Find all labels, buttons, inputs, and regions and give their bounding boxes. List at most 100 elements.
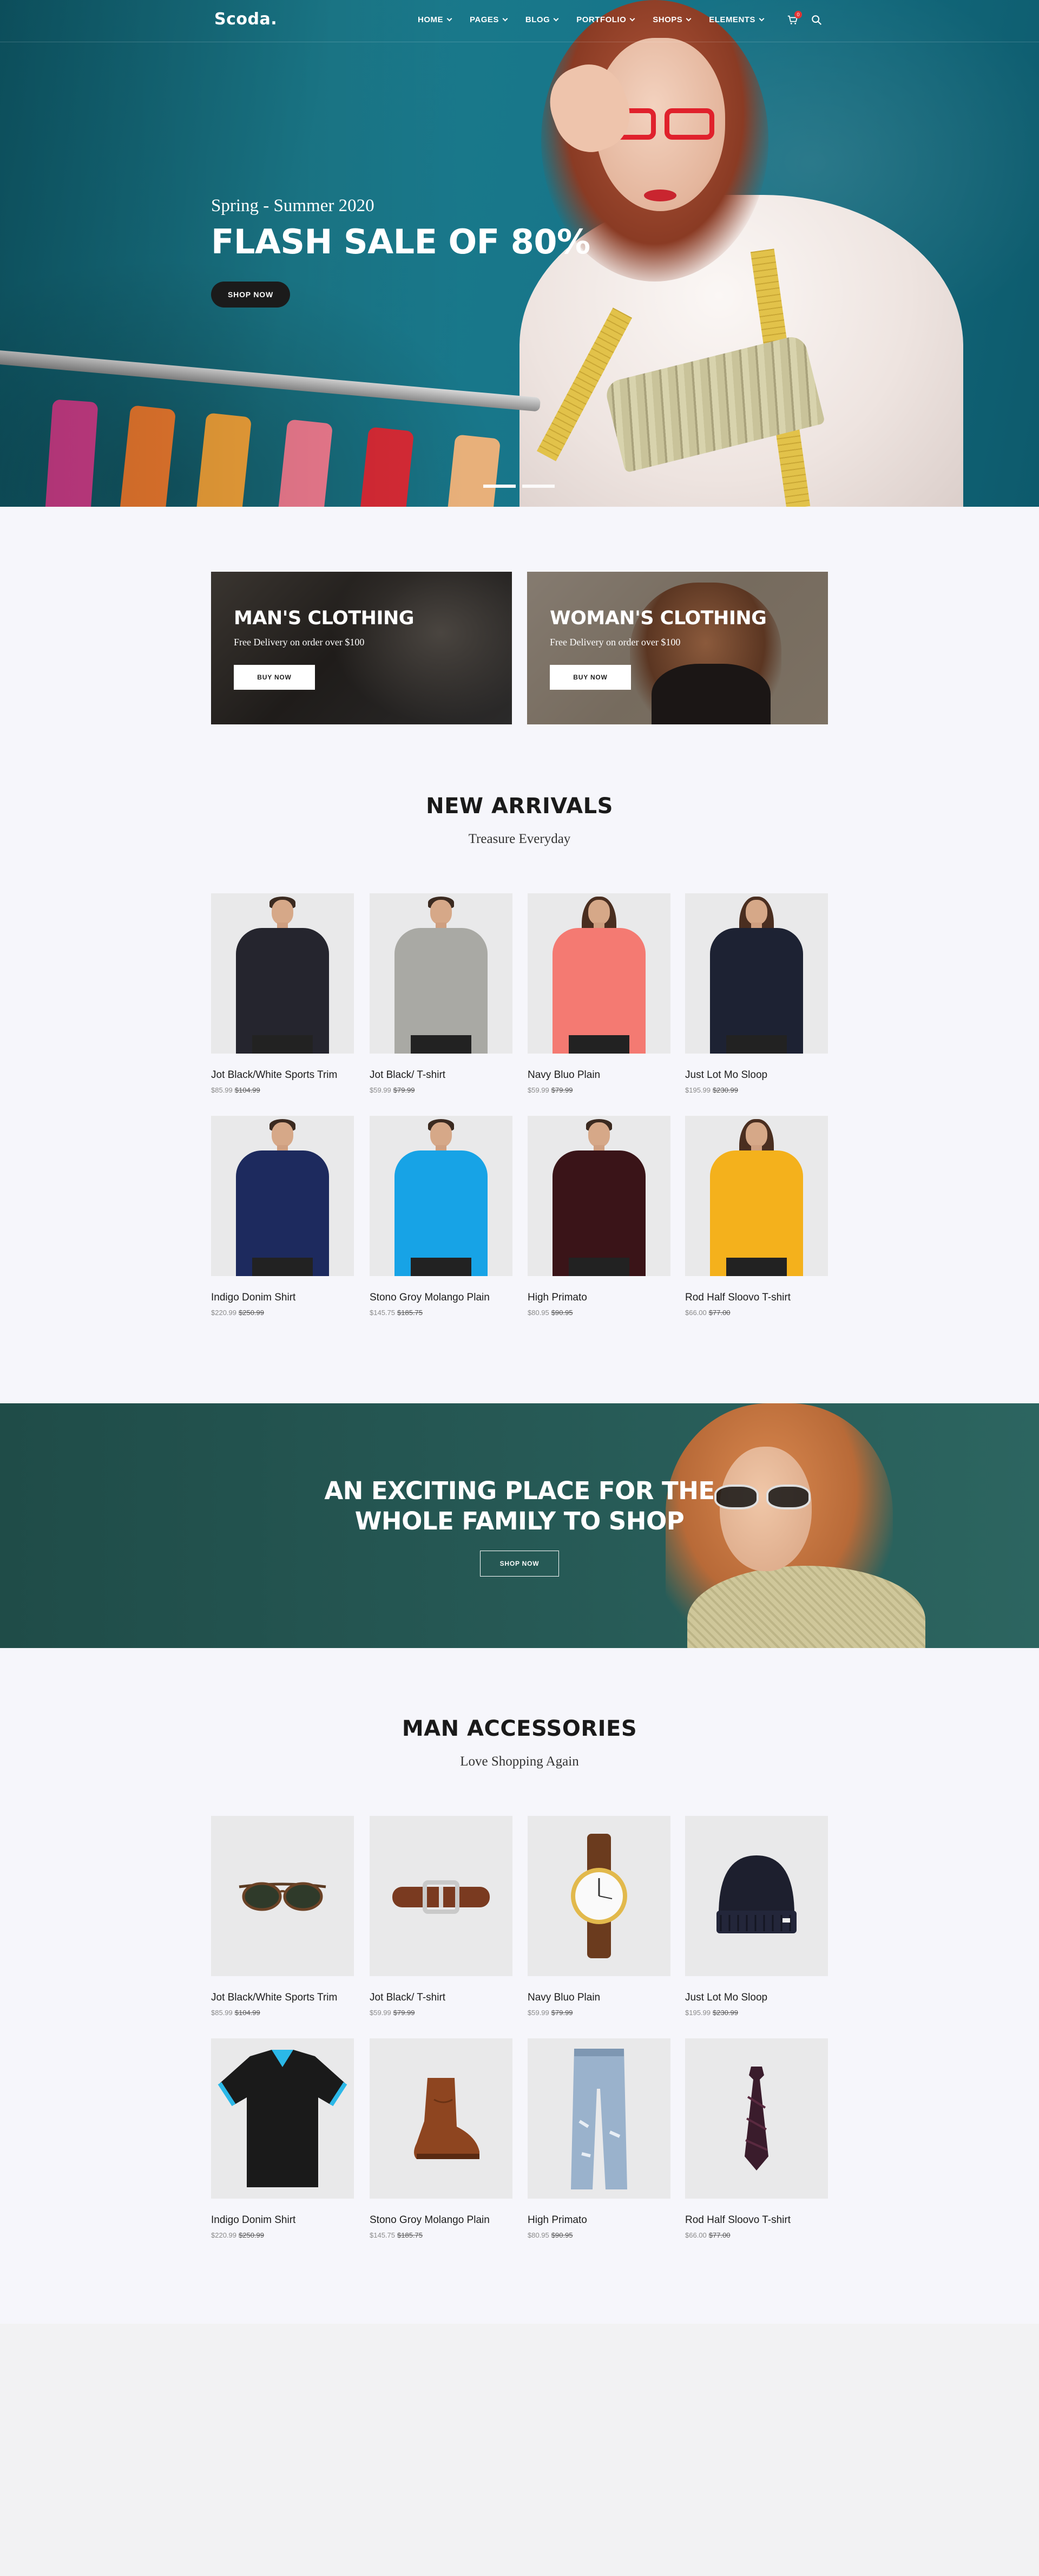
product-name[interactable]: Rod Half Sloovo T-shirt: [685, 2214, 828, 2226]
current-price: $145.75: [370, 1309, 395, 1317]
promo-shop-now-button[interactable]: SHOP NOW: [480, 1551, 559, 1577]
old-price: $77.00: [708, 1309, 731, 1317]
sunglasses-icon: [239, 1882, 326, 1911]
category-banner-women[interactable]: WOMAN'S CLOTHING Free Delivery on order …: [527, 572, 828, 724]
product-card[interactable]: High Primato $80.95 $90.95: [528, 2038, 670, 2239]
product-image[interactable]: [528, 893, 670, 1054]
chevron-down-icon: [446, 16, 452, 22]
search-button[interactable]: [811, 14, 823, 26]
site-header: Scoda. HOME PAGES BLOG PORTFOLIO SHOPS E…: [0, 0, 1039, 42]
product-card[interactable]: Stono Groy Molango Plain $145.75 $185.75: [370, 1116, 512, 1317]
product-image[interactable]: [528, 2038, 670, 2199]
product-card[interactable]: Indigo Donim Shirt $220.99 $250.99: [211, 1116, 354, 1317]
product-name[interactable]: Stono Groy Molango Plain: [370, 1292, 512, 1304]
section-title-new-arrivals: NEW ARRIVALS: [426, 794, 613, 819]
old-price: $79.99: [551, 2009, 573, 2017]
product-name[interactable]: Navy Bluo Plain: [528, 1992, 670, 2004]
product-price: $220.99 $250.99: [211, 2231, 354, 2239]
product-card[interactable]: Jot Black/White Sports Trim $85.99 $104.99: [211, 1816, 354, 2017]
product-image[interactable]: [685, 1116, 828, 1276]
product-image[interactable]: [370, 2038, 512, 2199]
product-name[interactable]: Jot Black/White Sports Trim: [211, 1992, 354, 2004]
old-price: $104.99: [234, 2009, 260, 2017]
nav-portfolio[interactable]: PORTFOLIO: [576, 15, 635, 24]
buy-now-button[interactable]: BUY NOW: [550, 665, 631, 690]
product-image[interactable]: [211, 1116, 354, 1276]
product-image[interactable]: [211, 893, 354, 1054]
product-card[interactable]: Just Lot Mo Sloop $195.99 $230.99: [685, 1816, 828, 2017]
slider-dot[interactable]: [483, 485, 516, 488]
main-nav: HOME PAGES BLOG PORTFOLIO SHOPS ELEMENTS: [418, 15, 782, 24]
product-card[interactable]: Stono Groy Molango Plain $145.75 $185.75: [370, 2038, 512, 2239]
product-name[interactable]: Rod Half Sloovo T-shirt: [685, 1292, 828, 1304]
product-card[interactable]: Navy Bluo Plain $59.99 $79.99: [528, 893, 670, 1094]
accessories-grid: Jot Black/White Sports Trim $85.99 $104.99…: [211, 1816, 828, 2249]
chevron-down-icon: [553, 16, 559, 22]
current-price: $80.95: [528, 1309, 549, 1317]
product-image[interactable]: [370, 1116, 512, 1276]
product-price: $145.75 $185.75: [370, 1309, 512, 1317]
product-name[interactable]: Navy Bluo Plain: [528, 1069, 670, 1081]
product-card[interactable]: Rod Half Sloovo T-shirt $66.00 $77.00: [685, 2038, 828, 2239]
product-image[interactable]: [685, 1816, 828, 1976]
promo-title-line: WHOLE FAMILY TO SHOP: [354, 1507, 685, 1535]
old-price: $230.99: [713, 1086, 738, 1094]
product-image[interactable]: [211, 2038, 354, 2199]
product-image[interactable]: [528, 1116, 670, 1276]
old-price: $250.99: [239, 2231, 264, 2239]
product-name[interactable]: Jot Black/ T-shirt: [370, 1992, 512, 2004]
cart-button[interactable]: 0: [787, 11, 802, 26]
nav-blog[interactable]: BLOG: [525, 15, 559, 24]
product-card[interactable]: Jot Black/ T-shirt $59.99 $79.99: [370, 1816, 512, 2017]
nav-shops[interactable]: SHOPS: [653, 15, 692, 24]
product-name[interactable]: Stono Groy Molango Plain: [370, 2214, 512, 2226]
old-price: $90.95: [551, 2231, 573, 2239]
product-card[interactable]: Rod Half Sloovo T-shirt $66.00 $77.00: [685, 1116, 828, 1317]
current-price: $220.99: [211, 1309, 236, 1317]
nav-label: BLOG: [525, 15, 550, 24]
product-name[interactable]: High Primato: [528, 2214, 670, 2226]
product-name[interactable]: Just Lot Mo Sloop: [685, 1069, 828, 1081]
product-image[interactable]: [211, 1816, 354, 1976]
old-price: $79.99: [551, 1086, 573, 1094]
product-image[interactable]: [370, 1816, 512, 1976]
current-price: $220.99: [211, 2231, 236, 2239]
product-card[interactable]: Indigo Donim Shirt $220.99 $250.99: [211, 2038, 354, 2239]
product-card[interactable]: Jot Black/ T-shirt $59.99 $79.99: [370, 893, 512, 1094]
product-name[interactable]: Indigo Donim Shirt: [211, 1292, 354, 1304]
product-image[interactable]: [685, 2038, 828, 2199]
category-banner-men[interactable]: MAN'S CLOTHING Free Delivery on order ov…: [211, 572, 512, 724]
product-price: $195.99 $230.99: [685, 2009, 828, 2017]
product-price: $59.99 $79.99: [528, 1086, 670, 1094]
product-name[interactable]: Just Lot Mo Sloop: [685, 1992, 828, 2004]
nav-label: PAGES: [470, 15, 499, 24]
product-image[interactable]: [528, 1816, 670, 1976]
product-card[interactable]: Jot Black/White Sports Trim $85.99 $104.99: [211, 893, 354, 1094]
product-card[interactable]: High Primato $80.95 $90.95: [528, 1116, 670, 1317]
hero-shop-now-button[interactable]: SHOP NOW: [211, 282, 290, 308]
product-name[interactable]: High Primato: [528, 1292, 670, 1304]
old-price: $250.99: [239, 1309, 264, 1317]
nav-elements[interactable]: ELEMENTS: [709, 15, 765, 24]
nav-home[interactable]: HOME: [418, 15, 452, 24]
category-subtitle: Free Delivery on order over $100: [550, 637, 681, 648]
current-price: $195.99: [685, 1086, 711, 1094]
current-price: $59.99: [370, 2009, 391, 2017]
hero-subtitle: Spring - Summer 2020: [211, 196, 374, 215]
product-name[interactable]: Jot Black/White Sports Trim: [211, 1069, 354, 1081]
product-card[interactable]: Navy Bluo Plain $59.99 $79.99: [528, 1816, 670, 2017]
product-image[interactable]: [370, 893, 512, 1054]
tie-icon: [745, 2067, 768, 2170]
buy-now-button[interactable]: BUY NOW: [234, 665, 315, 690]
product-name[interactable]: Jot Black/ T-shirt: [370, 1069, 512, 1081]
nav-pages[interactable]: PAGES: [470, 15, 508, 24]
chevron-down-icon: [686, 16, 692, 22]
old-price: $90.95: [551, 1309, 573, 1317]
slider-dot[interactable]: [522, 485, 555, 488]
chevron-down-icon: [502, 16, 508, 22]
product-image[interactable]: [685, 893, 828, 1054]
site-logo[interactable]: Scoda.: [214, 10, 277, 29]
search-icon: [812, 15, 822, 25]
product-card[interactable]: Just Lot Mo Sloop $195.99 $230.99: [685, 893, 828, 1094]
product-name[interactable]: Indigo Donim Shirt: [211, 2214, 354, 2226]
